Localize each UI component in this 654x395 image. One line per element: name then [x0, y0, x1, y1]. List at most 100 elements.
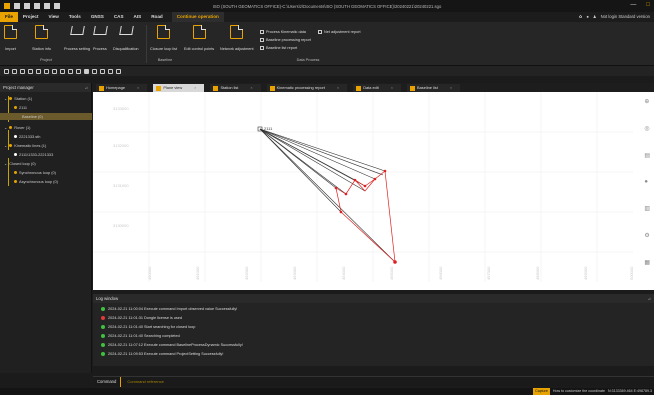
command-label: Command [93, 376, 122, 387]
grid-icon[interactable] [76, 68, 81, 74]
chevron-down-icon[interactable]: ⌄ [4, 96, 7, 101]
baseline-icon[interactable] [108, 68, 113, 74]
disqualification-button[interactable]: Disqualification [113, 25, 139, 51]
navigation-icon[interactable]: ⊕ [644, 98, 650, 105]
tree-item-kinematic-lines[interactable]: ⌄ Kinematic lines (1) [4, 143, 46, 148]
settings-icon[interactable]: ⚙ [644, 232, 650, 239]
layers-icon[interactable]: ▤ [644, 152, 650, 159]
rotate-icon[interactable] [52, 68, 57, 74]
process-setting-button[interactable]: Process setting [64, 25, 90, 51]
log-line: 2024-02-21 11:01:40 Searching completed [101, 334, 180, 338]
x-tick-label: 495000 [389, 266, 394, 280]
close-icon[interactable]: × [450, 84, 452, 92]
menu-project[interactable]: Project [18, 12, 44, 22]
station-label: 2111 [264, 126, 273, 131]
help-link[interactable]: How to customize the coordinate [553, 388, 605, 395]
y-tick-label: 3130000 [113, 223, 129, 228]
command-input[interactable]: Command reference [121, 379, 163, 384]
compass-icon[interactable]: ◎ [644, 125, 650, 132]
tree-item-station-2111[interactable]: 2111 [14, 105, 27, 110]
network-adjustment-button[interactable]: Network adjustment [220, 25, 254, 51]
tree-item-rover-file[interactable]: 2221333.sth [14, 134, 40, 139]
close-icon[interactable]: × [337, 84, 339, 92]
tree-item-kinematic-line[interactable]: 2111\1333-2221333 [14, 152, 53, 157]
project-manager-header: Project manager ⊿ [0, 83, 91, 92]
tree-item-station[interactable]: ⌄ Station (1) [4, 96, 32, 101]
station-icon[interactable] [100, 68, 105, 74]
baseline-processing-report-button[interactable]: Baseline processing report [260, 38, 311, 42]
tab-kinematic-processing-report[interactable]: Kinematic processing report × [266, 84, 348, 92]
menu-tools[interactable]: Tools [64, 12, 86, 22]
menu-ais[interactable]: AIS [129, 12, 147, 22]
line-icon [14, 153, 17, 156]
legend-icon[interactable]: ▦ [644, 259, 650, 266]
bell-icon[interactable]: ● [586, 12, 589, 22]
tab-homepage[interactable]: Homepage × [96, 84, 148, 92]
text-icon[interactable] [60, 68, 65, 74]
tab-plane-view[interactable]: Plane view × [153, 84, 205, 92]
tree-item-asynchronous-loop[interactable]: Asynchronous loop (0) [14, 179, 58, 184]
tree-item-rover[interactable]: ⌄ Rover (1) [4, 125, 30, 130]
menu-view[interactable]: View [44, 12, 64, 22]
close-icon[interactable]: × [137, 84, 139, 92]
zoom-out-icon[interactable] [20, 68, 25, 74]
edit-control-points-button[interactable]: Edit control points [184, 25, 214, 51]
tab-baseline-list[interactable]: Baseline list × [407, 84, 461, 92]
tab-icon [356, 85, 362, 91]
baselines [259, 128, 396, 263]
success-icon [101, 325, 105, 329]
x-tick-label: 497000 [486, 266, 491, 280]
close-icon[interactable]: × [391, 84, 393, 92]
canvas-side-controls: ⊕ ◎ ▤ ● ▥ ⚙ ▦ [644, 98, 650, 266]
log-line: 2024-02-21 11:09:53 Execute command Proj… [101, 352, 223, 356]
pan-icon[interactable] [36, 68, 41, 74]
maximize-button[interactable]: □ [646, 2, 650, 8]
tab-data-edit[interactable]: Data edit × [353, 84, 402, 92]
process-button[interactable]: Process [93, 25, 107, 51]
tree-item-closed-loop[interactable]: ⌄ Closed loop (0) [4, 161, 36, 166]
process-kinematic-data-button[interactable]: Process Kinematic data [260, 30, 306, 34]
tab-station-list[interactable]: Station list × [210, 84, 261, 92]
measure-icon[interactable]: ▥ [644, 205, 650, 212]
login-status[interactable]: Not login Standard version [601, 12, 650, 22]
pin-icon[interactable]: ⊿ [647, 294, 651, 303]
station-info-button[interactable]: Station info [32, 25, 51, 51]
menu-road[interactable]: Road [146, 12, 167, 22]
measure-icon[interactable] [92, 68, 97, 74]
close-icon[interactable]: × [250, 84, 252, 92]
chevron-down-icon[interactable]: ⌄ [4, 143, 7, 148]
layer-icon[interactable] [84, 68, 89, 74]
point-icon[interactable]: ● [644, 179, 650, 185]
menu-file[interactable]: File [0, 12, 18, 22]
select-icon[interactable] [68, 68, 73, 74]
chevron-down-icon[interactable]: ⌄ [4, 161, 7, 166]
menu-gnss[interactable]: GNSS [86, 12, 109, 22]
zoom-in-icon[interactable] [12, 68, 17, 74]
refresh-icon[interactable] [44, 68, 49, 74]
filter-icon[interactable] [116, 68, 121, 74]
chevron-down-icon[interactable]: ⌄ [4, 125, 7, 130]
station-icon [14, 106, 17, 109]
minimize-button[interactable]: — [630, 2, 636, 8]
plane-view-canvas[interactable]: 3133000 3132000 3131000 3130000 490000 4… [93, 92, 654, 290]
success-icon [101, 352, 105, 356]
funnel-settings-icon [70, 25, 83, 39]
x-tick-label: 491000 [195, 266, 200, 280]
net-adjustment-report-button[interactable]: Net adjustment report [318, 30, 361, 34]
folder-icon [9, 126, 13, 129]
close-icon[interactable]: × [194, 84, 196, 92]
user-icon[interactable]: ♟ [593, 12, 597, 22]
closure-loop-list-button[interactable]: Closure loop list [150, 25, 177, 51]
x-tick-label: 493000 [292, 266, 297, 280]
pin-icon[interactable]: ⊿ [84, 83, 88, 92]
menu-cas[interactable]: CAS [109, 12, 129, 22]
gear-icon[interactable]: ✿ [579, 12, 583, 22]
zoom-extents-icon[interactable] [4, 68, 9, 74]
import-button[interactable]: Import [4, 25, 17, 51]
menu-continue-operation[interactable]: Continue operation [171, 12, 224, 22]
tree-item-baseline[interactable]: Baseline (0) [0, 113, 92, 120]
capture-toggle[interactable]: Capture [533, 388, 550, 395]
zoom-window-icon[interactable] [28, 68, 33, 74]
baseline-list-report-button[interactable]: Baseline list report [260, 46, 297, 50]
tree-item-synchronous-loop[interactable]: Synchronous loop (0) [14, 170, 56, 175]
